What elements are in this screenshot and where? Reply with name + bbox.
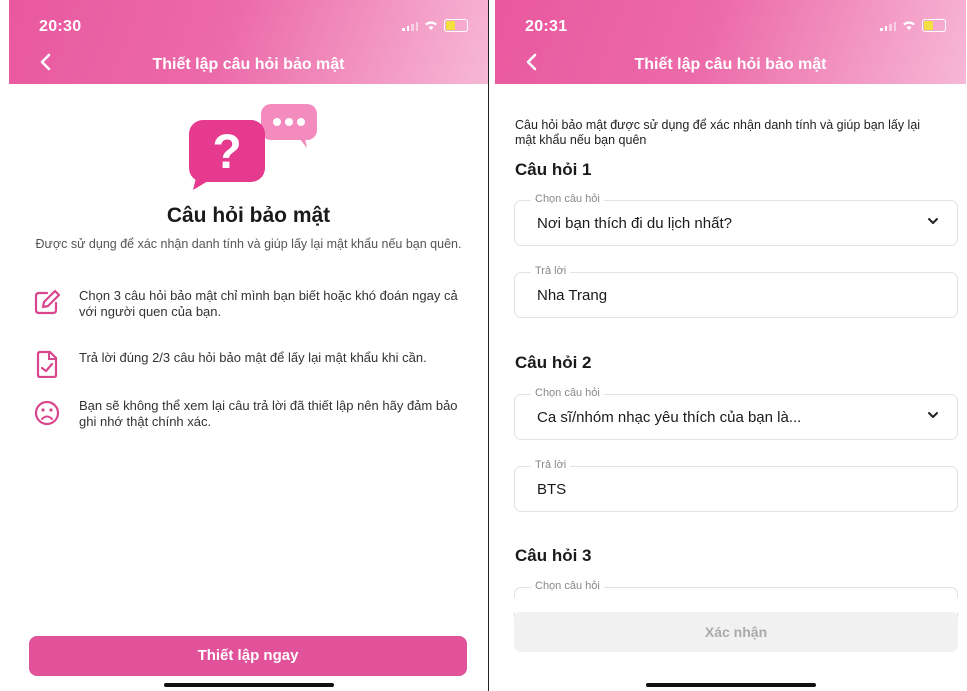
select-value: Ca sĩ/nhóm nhạc yêu thích của bạn là... [537,409,802,426]
intro-description: Được sử dụng để xác nhận danh tính và gi… [35,237,462,251]
page-title: Thiết lập câu hỏi bảo mật [634,56,827,73]
answer-value: Nha Trang [537,287,608,304]
question-2-select[interactable]: Chọn câu hỏi Ca sĩ/nhóm nhạc yêu thích c… [514,387,958,440]
status-time: 20:30 [39,18,82,35]
tip-item: Trả lời đúng 2/3 câu hỏi bảo mật để lấy … [33,350,468,378]
select-value: Nơi bạn thích đi du lịch nhất? [537,215,732,232]
intro-title: Câu hỏi bảo mật [166,204,331,227]
status-icons [402,19,468,32]
home-indicator [645,683,816,687]
tip-text: Bạn sẽ không thể xem lại câu trả lời đã … [79,398,458,429]
question-1-answer[interactable]: Trả lời Nha Trang [514,265,958,318]
answer-value: BTS [537,481,567,498]
tip-item: Chọn 3 câu hỏi bảo mật chỉ mình bạn biết… [33,288,468,320]
question-1-select[interactable]: Chọn câu hỏi Nơi bạn thích đi du lịch nh… [514,193,958,246]
answer-label: Trả lời [531,265,571,277]
document-check-icon [36,350,58,378]
signal-icon [402,21,418,31]
home-indicator [163,683,334,687]
select-label: Chọn câu hỏi [531,193,604,205]
select-label: Chọn câu hỏi [531,387,604,399]
chevron-down-icon [928,412,938,418]
phone-screen-intro: 20:30 Thiết lập câu hỏi bảo mật ? Câu hỏ… [9,0,488,691]
confirm-button: Xác nhận [514,612,958,652]
setup-now-button[interactable]: Thiết lập ngay [29,636,467,676]
edit-icon [34,289,61,315]
sad-face-icon [34,400,60,426]
wifi-icon [903,21,915,30]
svg-text:?: ? [212,126,241,179]
status-time: 20:31 [525,18,568,35]
signal-icon [880,21,896,31]
tip-text: Chọn 3 câu hỏi bảo mật chỉ mình bạn biết… [79,288,458,319]
form-intro: Câu hỏi bảo mật được sử dụng để xác nhận… [515,118,921,147]
tip-text: Trả lời đúng 2/3 câu hỏi bảo mật để lấy … [79,350,427,365]
app-header: 20:31 Thiết lập câu hỏi bảo mật [495,0,966,84]
question-1-title: Câu hỏi 1 [515,160,592,179]
battery-icon [444,19,468,32]
scroll-fade [514,598,958,612]
answer-label: Trả lời [531,459,571,471]
page-title: Thiết lập câu hỏi bảo mật [152,56,345,73]
status-icons [880,19,946,32]
question-2-title: Câu hỏi 2 [515,353,592,372]
phone-screen-form: 20:31 Thiết lập câu hỏi bảo mật Câu hỏi … [495,0,966,691]
chevron-down-icon [928,218,938,224]
question-2-answer[interactable]: Trả lời BTS [514,459,958,512]
question-3-title: Câu hỏi 3 [515,546,592,565]
tip-item: Bạn sẽ không thể xem lại câu trả lời đã … [33,398,468,430]
select-label: Chọn câu hỏi [531,580,604,592]
battery-icon [922,19,946,32]
question-chat-icon: ? [189,104,317,190]
app-header: 20:30 Thiết lập câu hỏi bảo mật [9,0,488,84]
wifi-icon [425,21,437,30]
